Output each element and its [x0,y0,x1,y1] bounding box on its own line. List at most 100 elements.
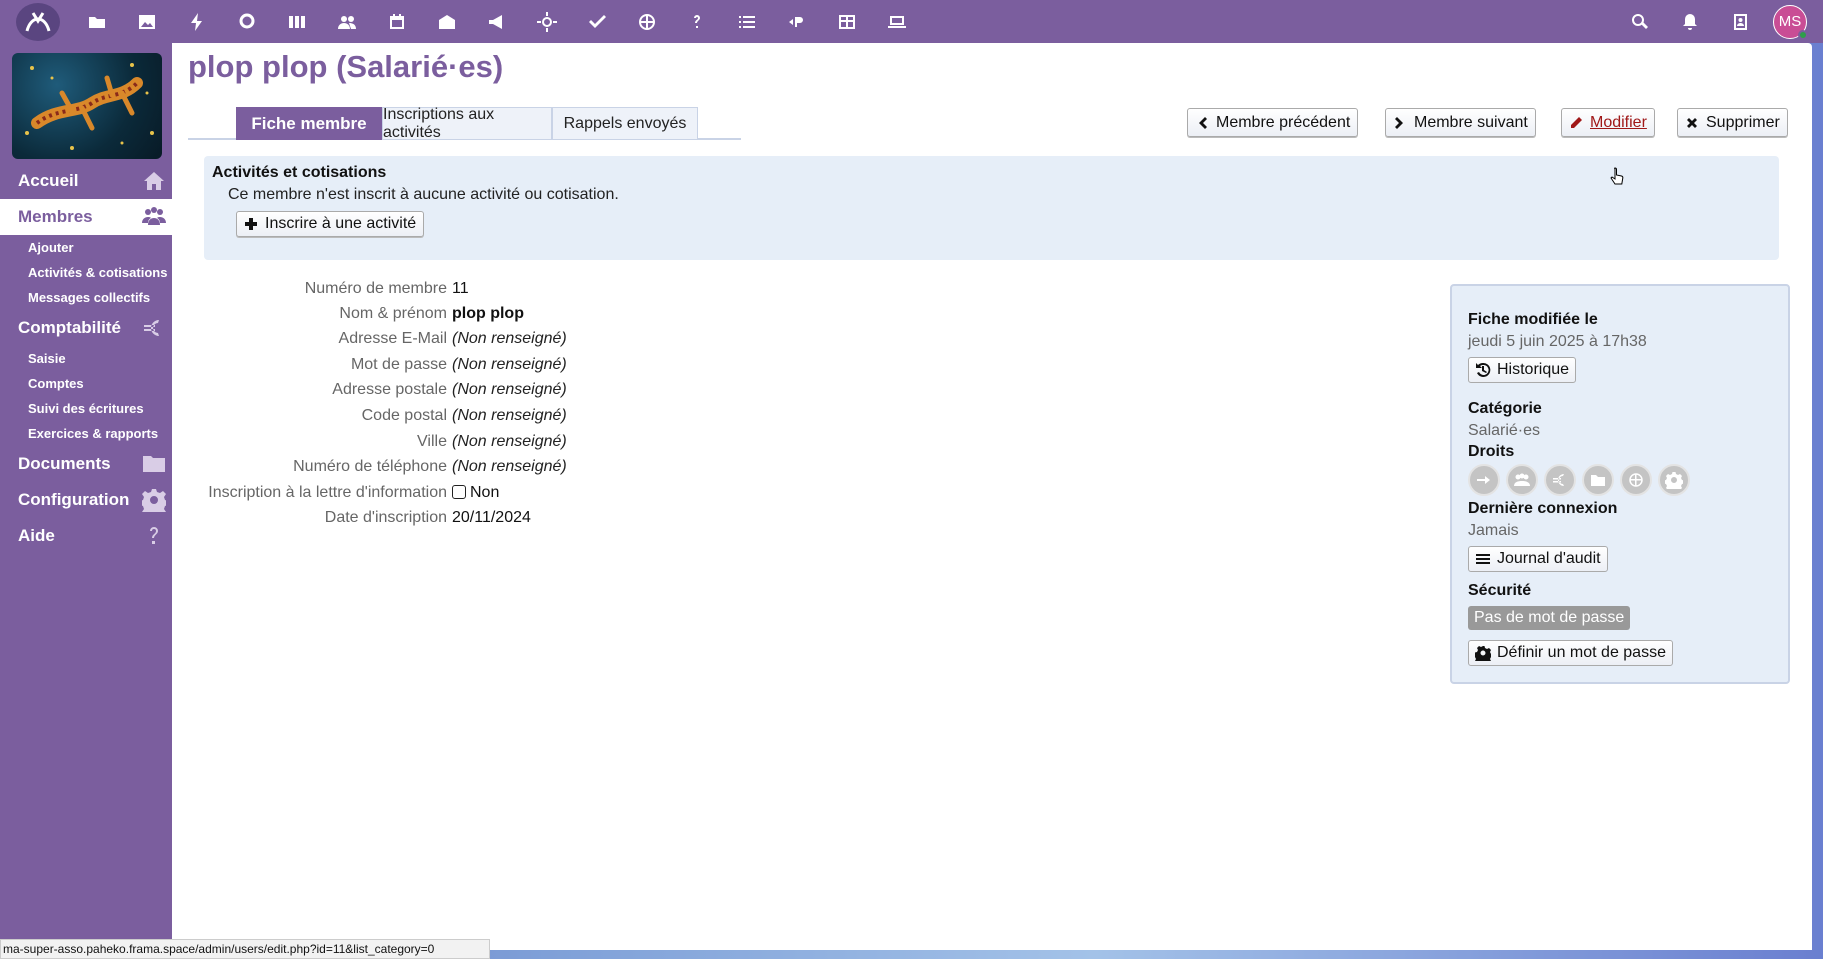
app-window: Accueil Membres Ajouter Activités & coti… [0,43,1812,950]
button-label: Modifier [1590,113,1647,131]
activities-title: Activités et cotisations [212,164,387,181]
history-icon [1476,362,1491,377]
subscribe-activity-button[interactable]: Inscrire à une activité [236,211,425,237]
paheko-icon[interactable] [772,0,822,43]
nav-accueil[interactable]: Accueil [0,163,172,199]
nav-sub-messages-collectifs[interactable]: Messages collectifs [0,285,172,310]
archive-icon[interactable] [422,0,472,43]
label-code-postal: Code postal [361,407,447,424]
pencil-icon [1571,116,1582,128]
nav-sub-comptes[interactable]: Comptes [0,371,172,396]
online-status-dot [1798,29,1808,40]
main-nav: Accueil Membres Ajouter Activités & coti… [0,163,172,554]
tab-rappels-envoyes[interactable]: Rappels envoyés [552,107,698,140]
status-bar-url: ma-super-asso.paheko.frama.space/admin/u… [0,939,490,959]
last-login-heading: Dernière connexion [1468,500,1618,517]
help-icon [150,527,158,544]
nextcloud-logo[interactable] [16,2,60,41]
nav-label: Documents [18,454,111,473]
laptop-icon[interactable] [872,0,922,43]
gear-icon [142,489,166,512]
history-button[interactable]: Historique [1468,357,1577,383]
tab-fiche-membre[interactable]: Fiche membre [236,107,382,140]
member-info-box: Fiche modifiée le jeudi 5 juin 2025 à 17… [1450,284,1790,684]
next-member-button[interactable]: Membre suivant [1385,108,1536,137]
activities-message: Ce membre n'est inscrit à aucune activit… [228,186,619,203]
label-ville: Ville [417,433,447,450]
previous-member-button[interactable]: Membre précédent [1187,108,1359,137]
button-label: Historique [1497,361,1570,378]
top-bar: MS [0,0,1823,43]
label-email: Adresse E-Mail [338,330,447,347]
tab-inscriptions-activites[interactable]: Inscriptions aux activités [382,106,552,141]
tables-icon[interactable] [822,0,872,43]
rights-icons [1468,464,1696,496]
tasks-icon[interactable] [572,0,622,43]
help-icon[interactable] [672,0,722,43]
avatar[interactable]: MS [1773,4,1808,40]
nav-label: Membres [18,207,93,226]
nav-configuration[interactable]: Configuration [0,482,172,518]
nav-sub-activites-cotisations[interactable]: Activités & cotisations [0,260,172,285]
value-email: (Non renseigné) [452,330,567,347]
nav-aide[interactable]: Aide [0,518,172,554]
status-badge: Pas de mot de passe [1468,606,1631,630]
delete-button[interactable]: Supprimer [1677,108,1788,137]
users-icon [1506,464,1538,496]
search-icon[interactable] [1615,0,1665,43]
category-heading: Catégorie [1468,400,1542,417]
close-icon [1687,117,1697,128]
menu-icon [1476,554,1490,564]
sun-icon[interactable] [522,0,572,43]
notifications-icon[interactable] [1665,0,1715,43]
files-icon[interactable] [72,0,122,43]
list-icon[interactable] [722,0,772,43]
gear-icon [1475,646,1491,661]
mouse-cursor-icon [1610,167,1624,185]
globe-icon[interactable] [622,0,672,43]
value-adresse-postale: (Non renseigné) [452,381,567,398]
search-talk-icon[interactable] [222,0,272,43]
modified-date: jeudi 5 juin 2025 à 17h38 [1468,333,1647,350]
contacts-menu-icon[interactable] [1715,0,1765,43]
avatar-initials: MS [1778,13,1802,30]
audit-log-button[interactable]: Journal d'audit [1468,546,1608,572]
member-tabs: Fiche membre Inscriptions aux activités … [188,106,741,141]
login-icon [1468,464,1500,496]
newsletter-checkbox [452,485,466,499]
calendar-icon[interactable] [372,0,422,43]
activity-icon[interactable] [172,0,222,43]
nav-documents[interactable]: Documents [0,446,172,482]
value-code-postal: (Non renseigné) [452,407,567,424]
photos-icon[interactable] [122,0,172,43]
value-mot-de-passe: (Non renseigné) [452,356,567,373]
nav-sub-ajouter[interactable]: Ajouter [0,235,172,260]
page-title: plop plop (Salarié·es) [188,49,504,84]
contacts-icon[interactable] [322,0,372,43]
association-logo[interactable] [12,53,162,159]
button-label: Journal d'audit [1497,550,1601,567]
announcements-icon[interactable] [472,0,522,43]
edit-button[interactable]: Modifier [1561,108,1655,137]
nav-label: Configuration [18,490,130,509]
label-telephone: Numéro de téléphone [293,458,447,475]
value-telephone: (Non renseigné) [452,458,567,475]
set-password-button[interactable]: Définir un mot de passe [1468,640,1673,666]
value-numero-membre: 11 [452,280,469,297]
deck-icon[interactable] [272,0,322,43]
nav-sub-saisie[interactable]: Saisie [0,346,172,371]
nav-sub-exercices-rapports[interactable]: Exercices & rapports [0,421,172,446]
folder-icon [143,456,165,472]
button-label: Membre suivant [1414,113,1528,131]
value-date-inscription: 20/11/2024 [452,509,531,526]
nav-membres[interactable]: Membres [0,199,172,235]
label-mot-de-passe: Mot de passe [350,356,447,373]
nav-sub-suivi-ecritures[interactable]: Suivi des écritures [0,396,172,421]
nav-comptabilite[interactable]: Comptabilité [0,310,172,346]
folder-icon [1582,464,1614,496]
chevron-right-icon [1395,116,1403,129]
value-ville: (Non renseigné) [452,433,567,450]
euro-icon [144,320,159,336]
button-label: Membre précédent [1216,113,1351,131]
label-numero-membre: Numéro de membre [304,280,447,297]
